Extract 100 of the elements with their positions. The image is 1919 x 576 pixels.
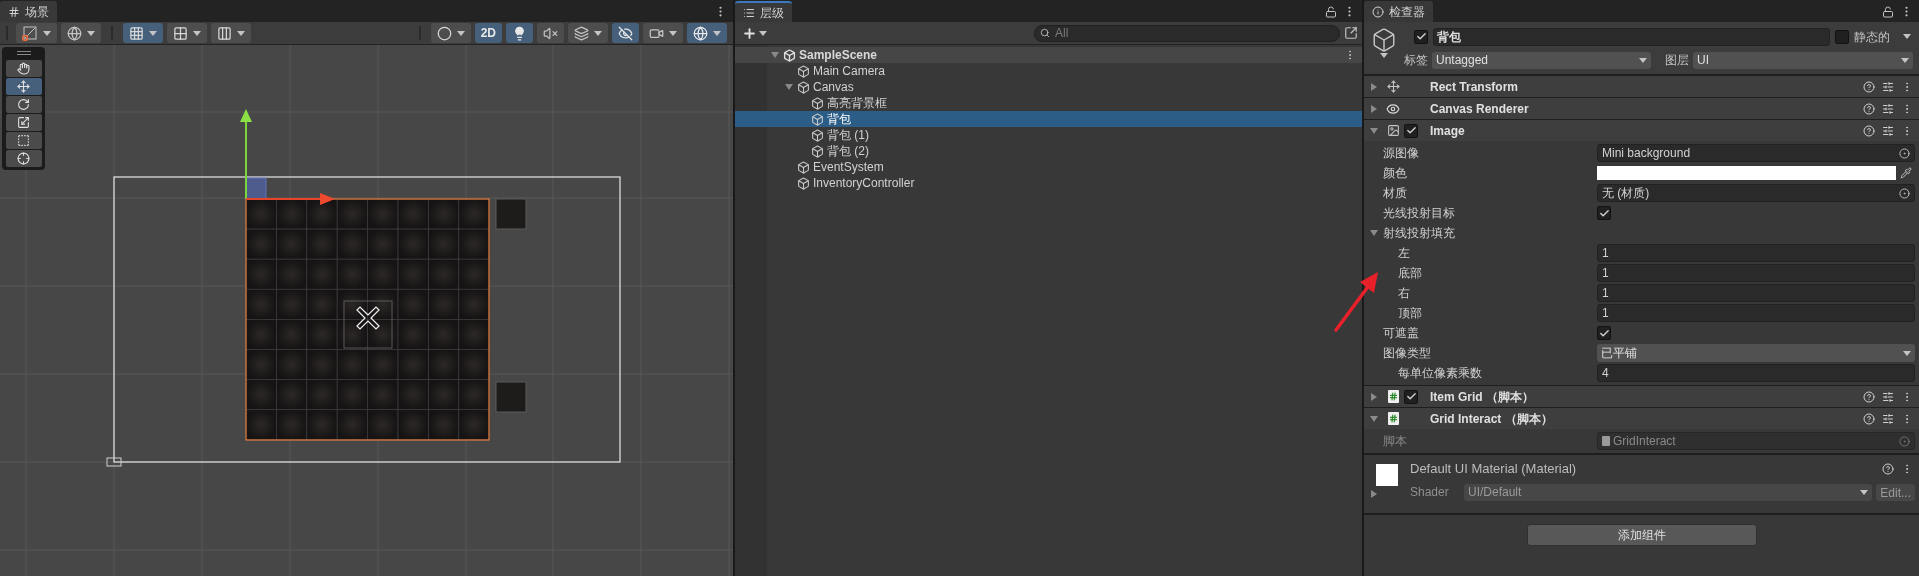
eyedropper-icon[interactable] [1900,167,1912,179]
tool-button[interactable] [5,96,42,113]
draw-mode-icon [22,25,38,41]
game-object-icon [797,64,810,78]
lock-icon[interactable] [1325,5,1337,18]
toolbar-button[interactable] [506,23,533,43]
toolbar-button[interactable] [167,23,207,43]
presets-icon[interactable] [1882,124,1894,137]
material-name: Default UI Material (Material) [1410,460,1578,479]
tool-button[interactable] [5,132,42,149]
checkbox[interactable] [1597,326,1611,340]
tool-button[interactable] [5,150,42,167]
lock-icon[interactable] [1882,5,1894,18]
component-header[interactable]: Canvas Renderer [1364,98,1919,119]
number-field[interactable]: 1 [1597,304,1915,322]
hierarchy-item[interactable]: 高亮背景框 [735,95,1362,111]
add-component-button[interactable]: 添加组件 [1526,524,1757,546]
panel-tab[interactable]: 层级 [735,1,792,22]
toolbar-button[interactable] [612,23,639,43]
number-field[interactable]: 1 [1597,264,1915,282]
search-field[interactable]: All [1034,24,1340,42]
hierarchy-item[interactable]: 背包 [735,111,1362,127]
foldout-arrow-icon[interactable] [1370,82,1378,91]
number-field[interactable]: 4 [1597,364,1915,382]
color-swatch[interactable] [1597,166,1896,180]
foldout-arrow-icon[interactable] [785,83,793,91]
checkbox[interactable] [1597,206,1611,220]
component-header[interactable]: Grid Interact （脚本） [1364,408,1919,429]
dropdown-caret-icon [1639,57,1647,63]
panel-tab[interactable]: 检查器 [1364,1,1433,22]
scene-tab-icon [8,5,20,18]
foldout-arrow-icon[interactable] [1370,414,1378,423]
toolbar-button[interactable] [61,23,101,43]
panel-tab[interactable]: 场景 [0,1,57,22]
checkbox[interactable] [1404,123,1418,138]
scene-row[interactable]: SampleScene [735,47,1362,63]
tag-dropdown[interactable]: Untagged [1432,51,1651,69]
number-field[interactable]: 1 [1597,284,1915,302]
help-icon[interactable] [1863,80,1875,93]
tool-button[interactable] [5,114,42,131]
rect-tool-icon [17,134,30,147]
hierarchy-item[interactable]: InventoryController [735,175,1362,191]
object-name: 高亮背景框 [827,95,887,112]
dropdown[interactable]: 已平铺 [1597,344,1915,362]
toolbar-button[interactable] [211,23,251,43]
hierarchy-item[interactable]: 背包 (1) [735,127,1362,143]
toolbar-button[interactable] [430,23,471,43]
object-picker-icon[interactable] [1899,147,1910,159]
scene-visibility-icon[interactable] [1344,26,1358,40]
foldout-arrow-icon[interactable] [1370,392,1378,401]
static-checkbox[interactable] [1835,29,1849,44]
component-header[interactable]: Item Grid （脚本） [1364,386,1919,407]
foldout-arrow-icon[interactable] [1370,490,1378,498]
number-field[interactable]: 1 [1597,244,1915,262]
active-checkbox[interactable] [1414,29,1428,44]
presets-icon[interactable] [1882,412,1894,425]
toolbar-button[interactable] [123,23,163,43]
help-icon[interactable] [1863,412,1875,425]
foldout-arrow-icon[interactable] [1370,229,1378,237]
script-icon [1387,390,1399,403]
dropdown-caret-icon [149,30,157,36]
object-picker-icon[interactable] [1899,187,1910,199]
presets-icon[interactable] [1882,80,1894,93]
object-field[interactable]: Mini background [1597,144,1915,162]
anchor-handle[interactable] [106,457,122,467]
hierarchy-item[interactable]: EventSystem [735,159,1362,175]
tool-button[interactable] [5,78,42,95]
toolbar-button[interactable] [643,23,683,43]
toolbar-button[interactable] [568,23,608,43]
object-name: Canvas [813,79,854,96]
toolbar-button[interactable] [537,23,564,43]
game-object-icon [811,112,824,126]
toolbar-button[interactable] [687,23,727,43]
hierarchy-item[interactable]: 背包 (2) [735,143,1362,159]
toolbar-button[interactable] [16,23,57,43]
help-icon[interactable] [1863,102,1875,115]
presets-icon[interactable] [1882,102,1894,115]
component-header[interactable]: Rect Transform [1364,76,1919,97]
help-icon[interactable] [1863,390,1875,403]
presets-icon[interactable] [1882,390,1894,403]
script-icon [1602,436,1610,446]
hierarchy-item[interactable]: Main Camera [735,63,1362,79]
tool-button[interactable] [5,60,42,77]
foldout-arrow-icon[interactable] [1370,126,1378,135]
pivot-handle-icon[interactable] [343,300,393,349]
help-icon[interactable] [1863,124,1875,137]
move-gizmo[interactable] [240,109,335,205]
component-header[interactable]: Image [1364,120,1919,141]
help-icon[interactable] [1882,463,1894,475]
property-label: 每单位像素乘数 [1398,365,1482,382]
name-field[interactable]: 背包 [1433,27,1830,46]
foldout-arrow-icon[interactable] [1370,104,1378,113]
foldout-arrow-icon[interactable] [771,51,779,59]
object-field[interactable]: 无 (材质) [1597,184,1915,202]
checkbox[interactable] [1404,389,1418,404]
toolbar-button[interactable]: 2D [474,23,502,43]
transform-tool-icon [17,152,30,165]
hierarchy-item[interactable]: Canvas [735,79,1362,95]
muted-speaker-icon [543,25,558,41]
layer-dropdown[interactable]: UI [1693,51,1913,69]
